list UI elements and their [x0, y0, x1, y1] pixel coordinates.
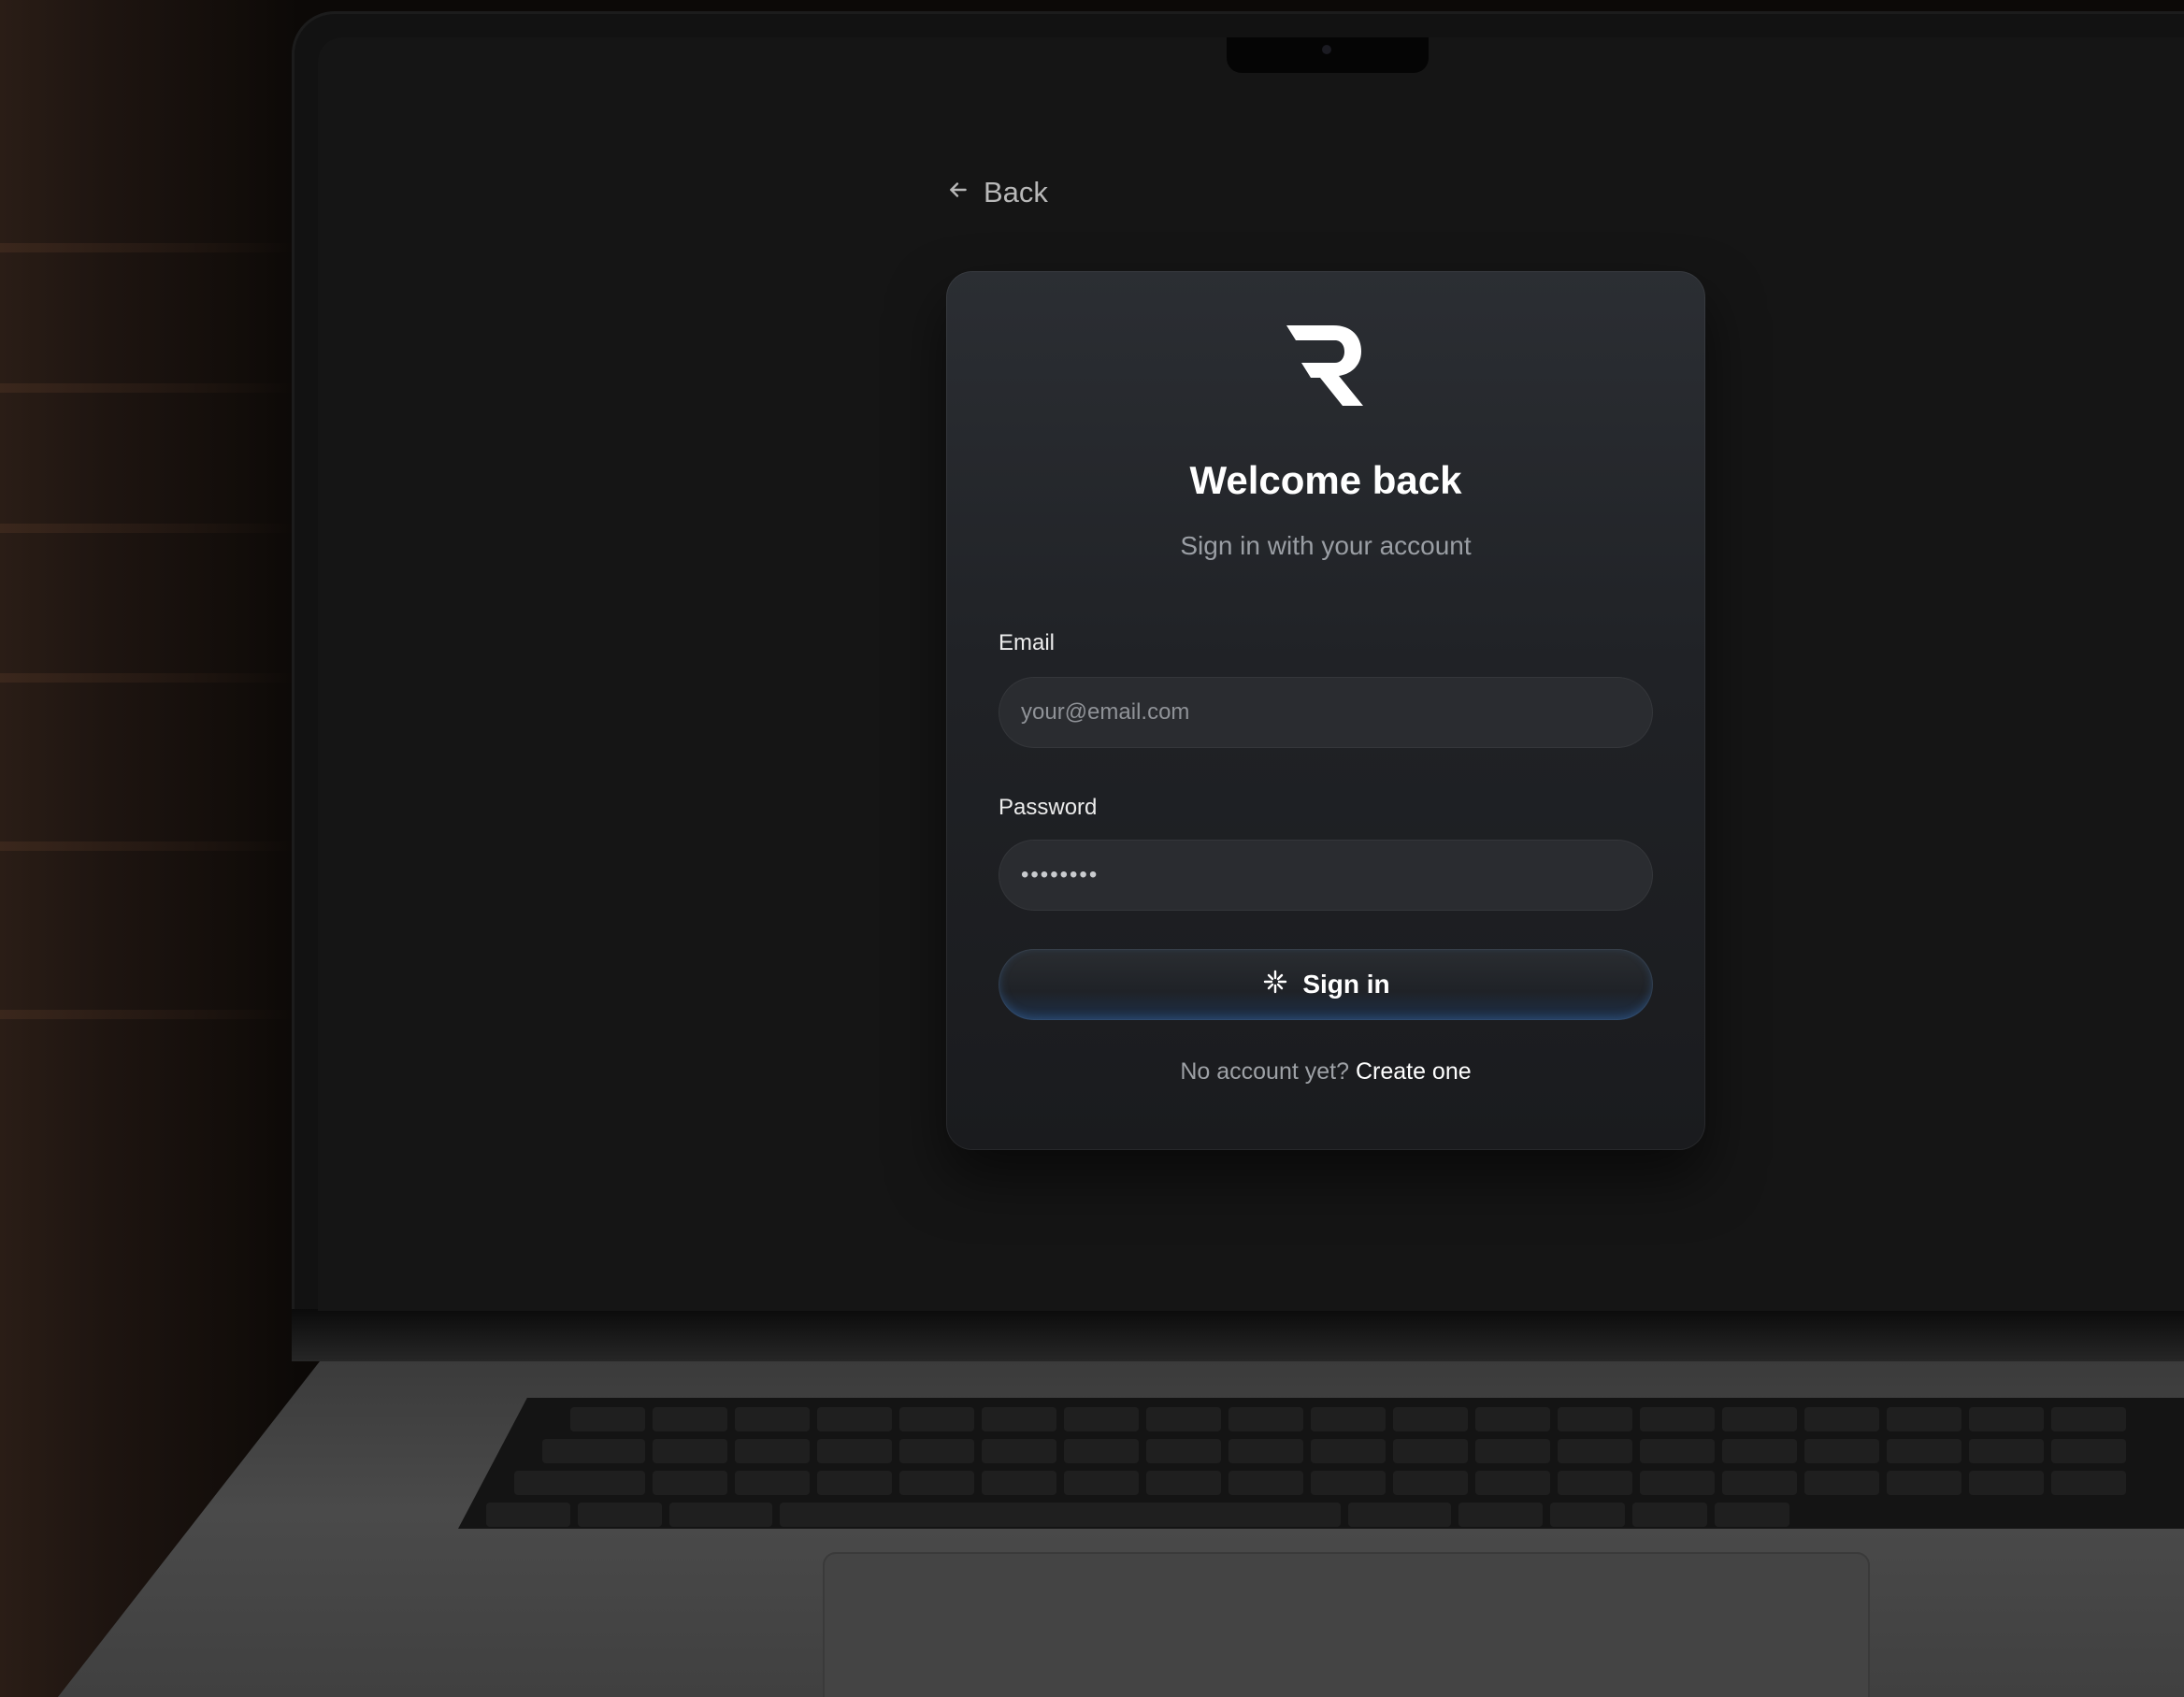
password-field[interactable]: ••••••••	[999, 840, 1653, 911]
email-label: Email	[999, 630, 1056, 655]
signup-prompt: No account yet? Create one	[946, 1058, 1705, 1086]
sparkle-icon	[1261, 968, 1289, 1002]
camera-notch	[1227, 37, 1429, 73]
keyboard	[458, 1398, 2184, 1529]
sign-in-label: Sign in	[1302, 970, 1390, 999]
password-label: Password	[999, 795, 1098, 820]
email-field[interactable]: your@email.com	[999, 677, 1653, 748]
trackpad	[823, 1552, 1870, 1697]
wood-texture	[0, 673, 299, 683]
page-title: Welcome back	[1189, 458, 1462, 502]
laptop-scene: Back Welcome back Sign in with your acco…	[0, 0, 2184, 1697]
login-card: Welcome back Sign in with your account E…	[946, 271, 1705, 1150]
wood-texture	[0, 383, 299, 393]
camera-icon	[1322, 45, 1331, 54]
wood-texture	[0, 524, 299, 533]
sign-in-button[interactable]: Sign in	[999, 949, 1653, 1020]
signup-prompt-text: No account yet?	[1180, 1058, 1349, 1085]
r-logo-icon	[1283, 320, 1369, 410]
wood-texture	[0, 243, 299, 252]
back-link[interactable]: Back	[946, 176, 1048, 209]
page-subtitle: Sign in with your account	[1180, 531, 1472, 560]
wood-texture	[0, 1010, 299, 1019]
back-label: Back	[984, 176, 1048, 209]
laptop-hinge	[292, 1309, 2184, 1361]
wood-texture	[0, 841, 299, 851]
create-account-link[interactable]: Create one	[1356, 1058, 1472, 1085]
arrow-left-icon	[946, 176, 970, 209]
